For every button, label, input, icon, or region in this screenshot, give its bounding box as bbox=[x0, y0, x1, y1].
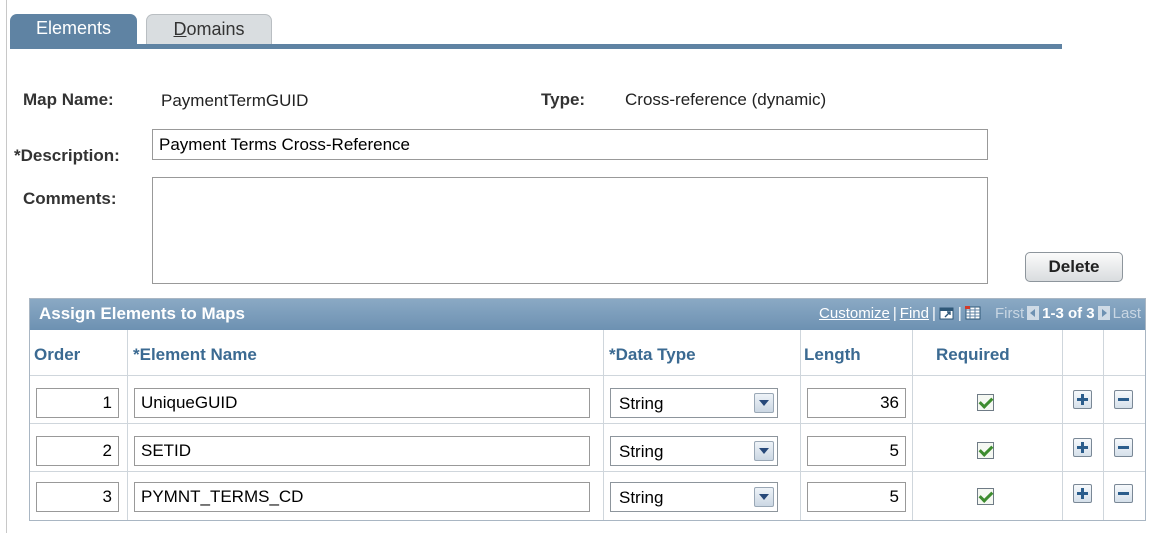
grid-toolbar: Customize | Find | | First 1-3 of 3 Last bbox=[819, 305, 1141, 322]
dropdown-arrow-icon[interactable] bbox=[754, 487, 774, 507]
grid-line bbox=[1062, 330, 1063, 520]
data-type-select[interactable]: String bbox=[610, 388, 778, 418]
comments-label: Comments: bbox=[23, 189, 117, 208]
row-range: 1-3 of 3 bbox=[1042, 305, 1095, 322]
first-link[interactable]: First bbox=[995, 305, 1024, 322]
tab-elements[interactable]: Elements bbox=[10, 14, 137, 44]
page-left-border bbox=[6, 0, 7, 533]
delete-row-button[interactable] bbox=[1114, 484, 1133, 503]
last-link[interactable]: Last bbox=[1113, 305, 1141, 322]
order-field[interactable] bbox=[36, 482, 119, 512]
description-label: *Description: bbox=[14, 146, 120, 165]
element-name-field[interactable] bbox=[134, 388, 590, 418]
minus-icon bbox=[1118, 446, 1129, 449]
length-field[interactable] bbox=[807, 388, 906, 418]
download-spreadsheet-icon[interactable] bbox=[964, 306, 981, 320]
delete-button[interactable]: Delete bbox=[1025, 252, 1123, 282]
element-name-field[interactable] bbox=[134, 436, 590, 466]
length-field[interactable] bbox=[807, 482, 906, 512]
length-field[interactable] bbox=[807, 436, 906, 466]
comments-field[interactable] bbox=[152, 177, 988, 284]
data-type-select[interactable]: String bbox=[610, 436, 778, 466]
column-header-data-type: *Data Type bbox=[609, 345, 696, 364]
data-type-select[interactable]: String bbox=[610, 482, 778, 512]
view-all-icon[interactable] bbox=[939, 306, 955, 320]
element-name-field[interactable] bbox=[134, 482, 590, 512]
grid-title: Assign Elements to Maps bbox=[39, 304, 245, 323]
column-header-element-name: *Element Name bbox=[133, 345, 257, 364]
required-checkbox[interactable] bbox=[977, 488, 994, 505]
plus-icon-stroke bbox=[1081, 488, 1084, 499]
find-link[interactable]: Find bbox=[900, 305, 929, 322]
add-row-button[interactable] bbox=[1073, 484, 1092, 503]
order-field[interactable] bbox=[36, 436, 119, 466]
dropdown-arrow-icon[interactable] bbox=[754, 441, 774, 461]
tab-underline bbox=[10, 44, 1062, 49]
grid-line bbox=[800, 330, 801, 520]
data-type-value: String bbox=[619, 442, 664, 461]
delete-row-button[interactable] bbox=[1114, 438, 1133, 457]
data-type-value: String bbox=[619, 394, 664, 413]
delete-row-button[interactable] bbox=[1114, 390, 1133, 409]
map-name-label: Map Name: bbox=[23, 90, 114, 109]
grid-line bbox=[1103, 330, 1104, 520]
grid-line bbox=[127, 330, 128, 520]
description-field[interactable] bbox=[152, 129, 988, 160]
minus-icon bbox=[1118, 398, 1129, 401]
grid-line bbox=[30, 375, 1145, 376]
next-arrow-icon[interactable] bbox=[1097, 306, 1110, 320]
plus-icon-stroke bbox=[1081, 394, 1084, 405]
column-header-length: Length bbox=[804, 345, 861, 364]
grid-line bbox=[603, 330, 604, 520]
map-name-value: PaymentTermGUID bbox=[161, 91, 309, 110]
tab-domains[interactable]: Domains bbox=[146, 14, 272, 44]
minus-icon bbox=[1118, 492, 1129, 495]
toolbar-separator: | bbox=[931, 305, 936, 322]
grid-header-bar: Assign Elements to Maps Customize | Find | |… bbox=[30, 299, 1145, 330]
required-checkbox[interactable] bbox=[977, 394, 994, 411]
toolbar-separator: | bbox=[957, 305, 962, 322]
column-header-required: Required bbox=[936, 345, 1010, 364]
customize-link[interactable]: Customize bbox=[819, 305, 890, 322]
required-checkbox[interactable] bbox=[977, 442, 994, 459]
grid-line bbox=[30, 423, 1145, 424]
grid-line bbox=[30, 471, 1145, 472]
tab-domains-label-rest: omains bbox=[186, 19, 245, 39]
data-type-value: String bbox=[619, 488, 664, 507]
plus-icon-stroke bbox=[1081, 442, 1084, 453]
dropdown-arrow-icon[interactable] bbox=[754, 393, 774, 413]
assign-elements-grid: Assign Elements to Maps Customize | Find | |… bbox=[29, 298, 1146, 521]
add-row-button[interactable] bbox=[1073, 390, 1092, 409]
column-header-order: Order bbox=[34, 345, 81, 364]
grid-line bbox=[912, 330, 913, 520]
tab-domains-accesskey: D bbox=[173, 19, 187, 39]
type-label: Type: bbox=[541, 90, 586, 109]
toolbar-separator: | bbox=[892, 305, 897, 322]
order-field[interactable] bbox=[36, 388, 119, 418]
previous-arrow-icon[interactable] bbox=[1027, 306, 1040, 320]
type-value: Cross-reference (dynamic) bbox=[625, 90, 827, 109]
add-row-button[interactable] bbox=[1073, 438, 1092, 457]
